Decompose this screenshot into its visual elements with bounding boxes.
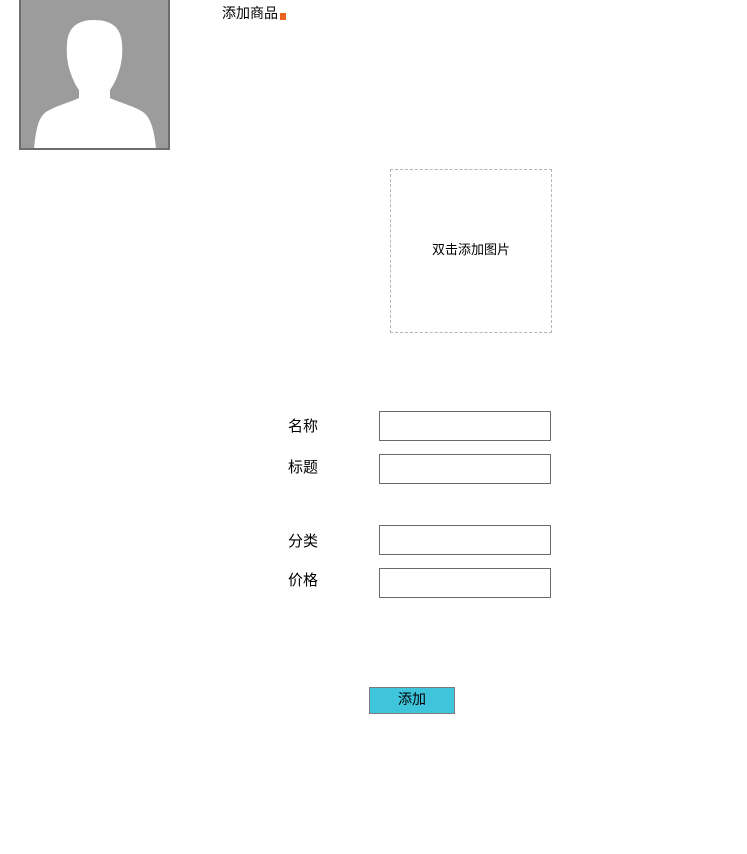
price-input[interactable] (379, 568, 551, 598)
image-upload-label: 双击添加图片 (431, 243, 510, 258)
title-marker (280, 13, 286, 20)
page-title: 添加商品 (222, 6, 278, 22)
category-input[interactable] (379, 525, 551, 555)
user-silhouette-icon (21, 0, 168, 148)
name-label: 名称 (288, 417, 319, 435)
title-label: 标题 (288, 458, 319, 476)
name-input[interactable] (379, 411, 551, 441)
avatar (19, 0, 170, 150)
category-label: 分类 (288, 532, 319, 550)
image-upload-area[interactable]: 双击添加图片 (390, 169, 552, 333)
title-input[interactable] (379, 454, 551, 484)
add-button[interactable]: 添加 (369, 687, 455, 714)
price-label: 价格 (288, 571, 319, 589)
